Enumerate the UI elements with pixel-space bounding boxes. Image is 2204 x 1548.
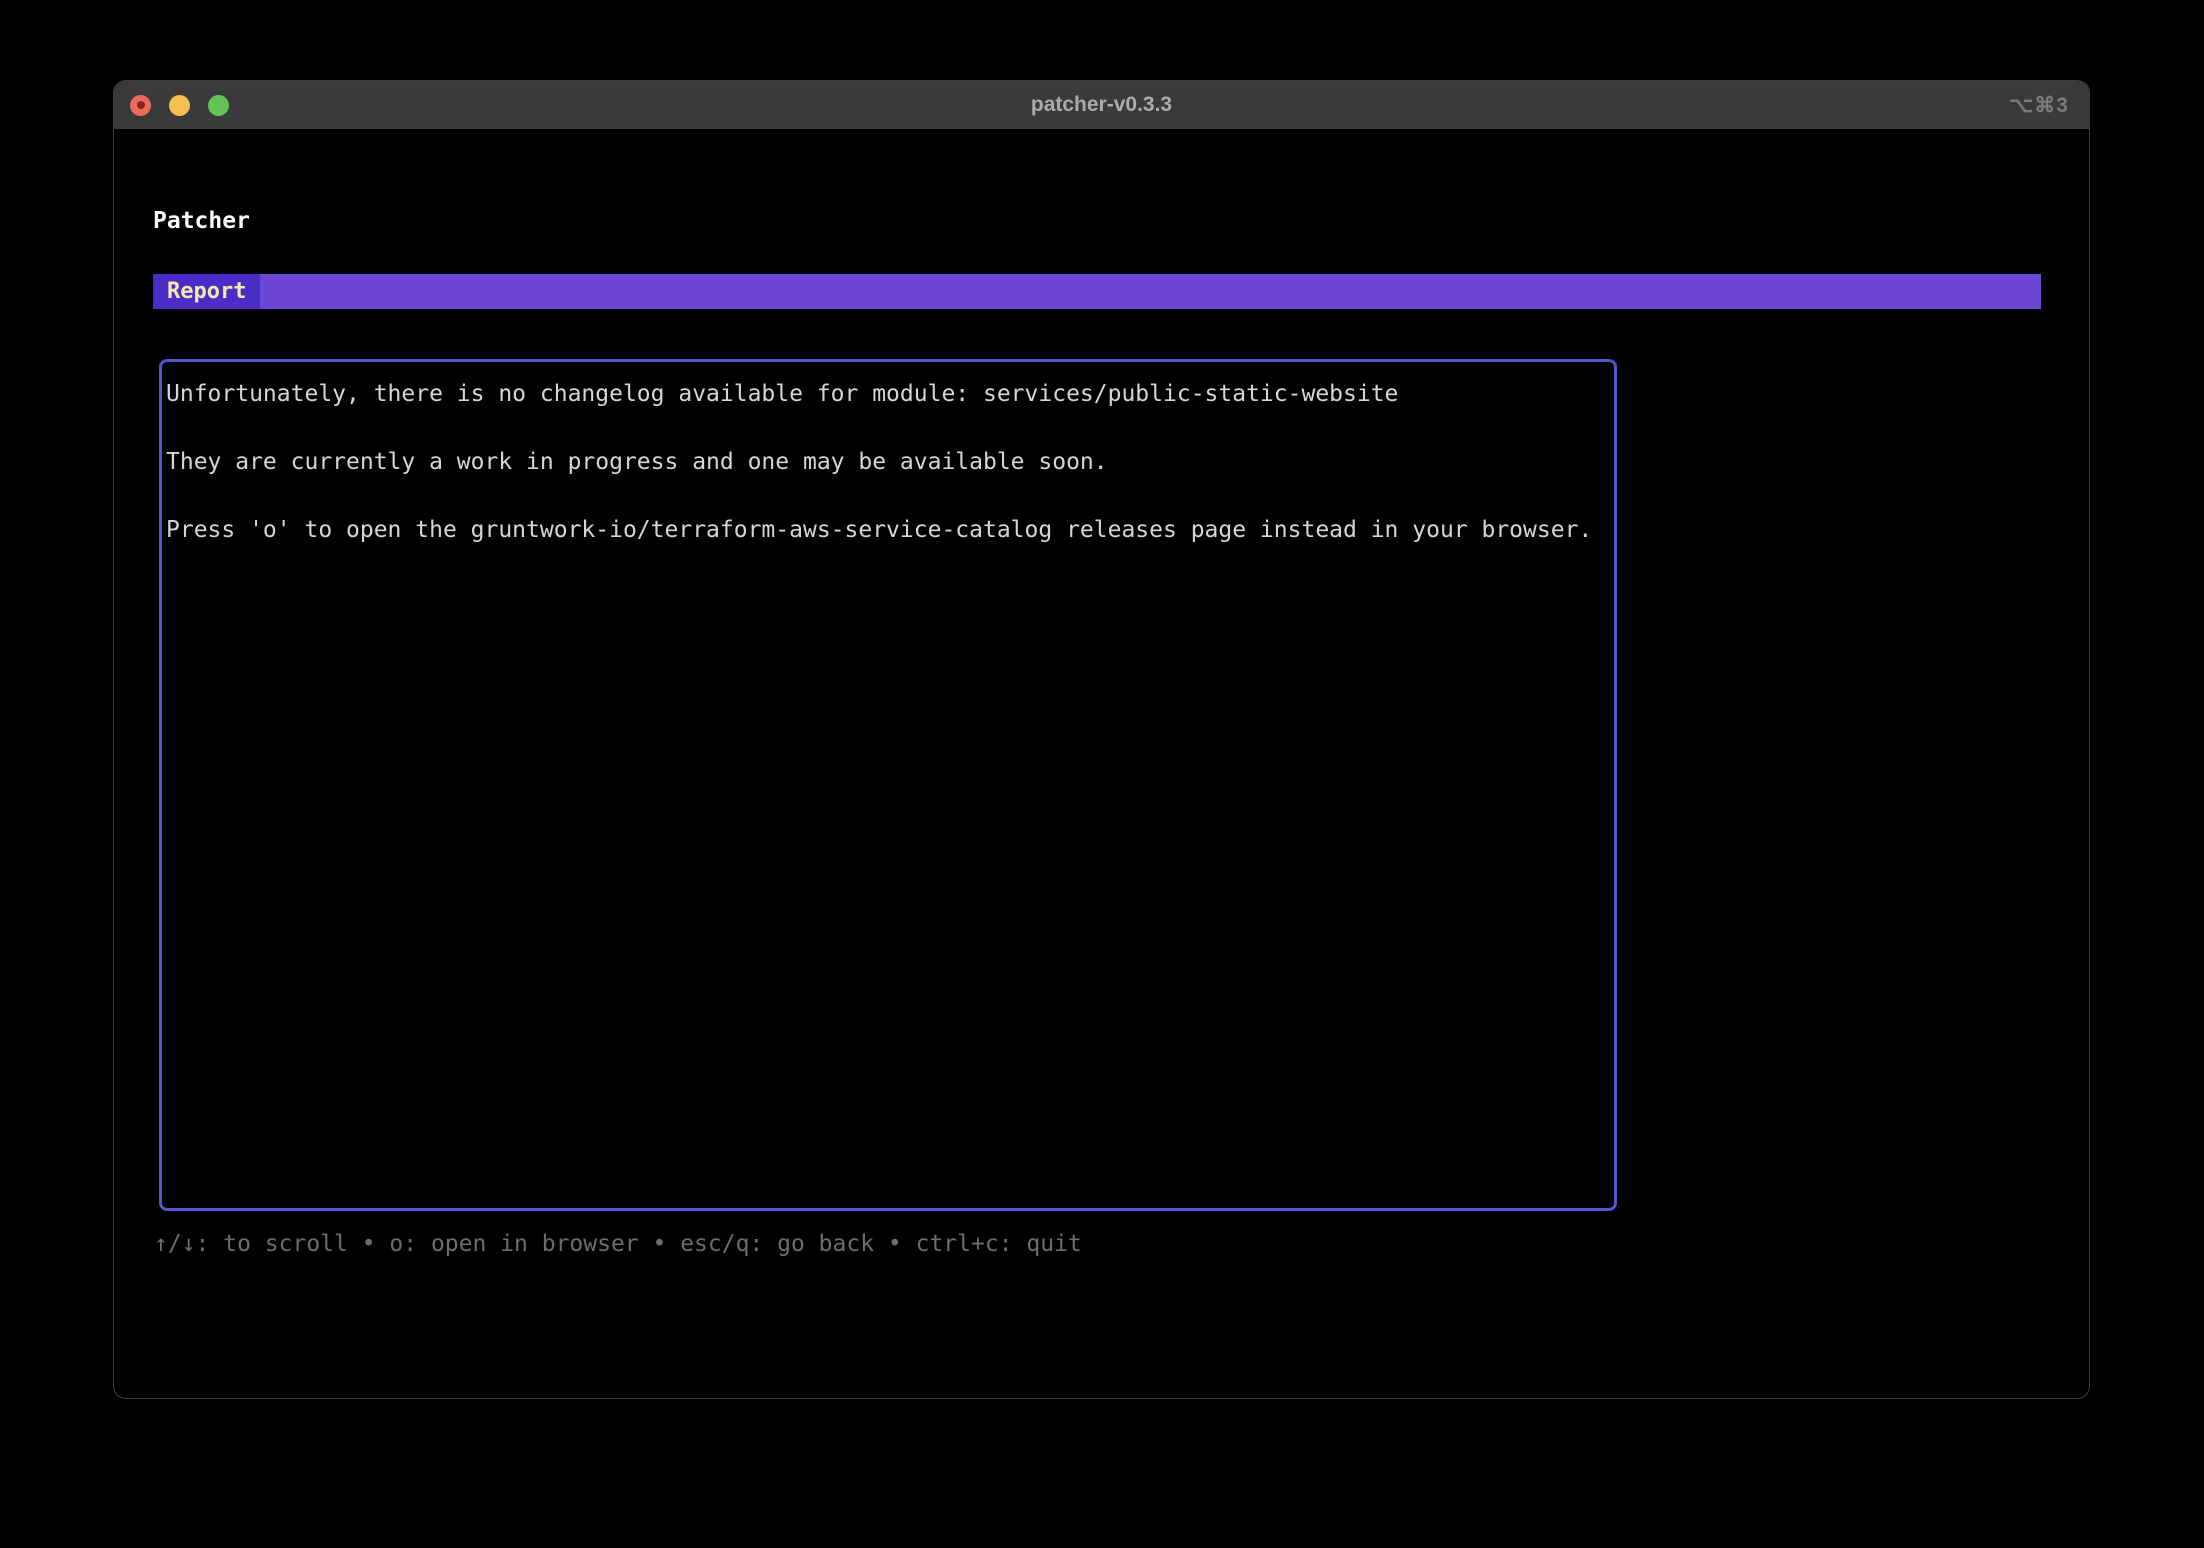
report-message-line: They are currently a work in progress an… [166, 445, 1610, 479]
page-title: Patcher [153, 204, 250, 238]
window-controls [130, 81, 229, 129]
window-titlebar[interactable]: patcher-v0.3.3 ⌥⌘3 [114, 81, 2089, 129]
zoom-button[interactable] [208, 95, 229, 116]
keybinding-help: ↑/↓: to scroll • o: open in browser • es… [154, 1227, 1082, 1261]
unsaved-indicator-dot [137, 101, 145, 109]
tab-report[interactable]: Report [153, 274, 260, 309]
terminal-window: patcher-v0.3.3 ⌥⌘3 Patcher Report Unfort… [113, 80, 2090, 1399]
desktop: { "window": { "title": "patcher-v0.3.3",… [0, 0, 2204, 1548]
report-message-line: Press 'o' to open the gruntwork-io/terra… [166, 513, 1610, 547]
report-message-line: Unfortunately, there is no changelog ava… [166, 377, 1610, 411]
window-title: patcher-v0.3.3 [1031, 93, 1172, 117]
tab-shortcut-label: ⌥⌘3 [2009, 81, 2069, 129]
close-button[interactable] [130, 95, 151, 116]
report-viewport[interactable]: Unfortunately, there is no changelog ava… [159, 359, 1617, 1211]
tab-bar: Report [153, 274, 2041, 309]
minimize-button[interactable] [169, 95, 190, 116]
